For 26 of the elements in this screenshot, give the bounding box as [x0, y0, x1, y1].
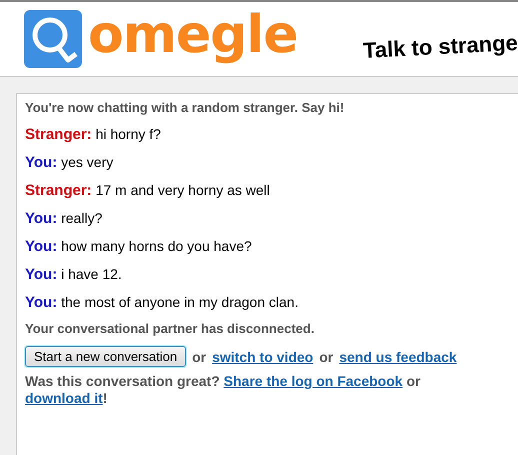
speaker-label: You: [25, 154, 58, 171]
chat-message: Stranger: 17 m and very horny as well [25, 181, 271, 200]
feedback-prompt: Was this conversation great? Share the log on Facebook or download it! [25, 373, 422, 407]
link[interactable]: send us feedback [339, 348, 457, 364]
link[interactable]: Share the log on Facebook [224, 373, 403, 389]
speaker-label: You: [25, 238, 58, 255]
separator-text: or [192, 348, 206, 364]
status-message: You're now chatting with a random stranger. Say hi! [25, 100, 346, 116]
speaker-label: You: [25, 294, 58, 311]
link[interactable]: download it [25, 390, 103, 406]
new-conversation-button[interactable]: Start a new conversation [25, 346, 186, 367]
tagline: Talk to strange [362, 30, 518, 64]
link[interactable]: switch to video [212, 348, 314, 364]
chat-message: You: i have 12. [25, 265, 123, 284]
chat-message: You: yes very [25, 153, 114, 172]
speaker-label: You: [25, 266, 58, 283]
separator-text: or [319, 348, 334, 364]
speaker-label: Stranger: [25, 126, 92, 143]
status-message: Your conversational partner has disconnected. [25, 321, 316, 337]
speaker-label: You: [25, 210, 58, 227]
chat-message: Stranger: hi horny f? [25, 125, 162, 144]
logo-icon [24, 10, 82, 68]
chat-message: You: how many horns do you have? [25, 237, 253, 256]
speaker-label: Stranger: [25, 182, 92, 199]
chat-message: You: the most of anyone in my dragon clan. [25, 293, 300, 312]
chat-message: You: really? [25, 209, 104, 228]
